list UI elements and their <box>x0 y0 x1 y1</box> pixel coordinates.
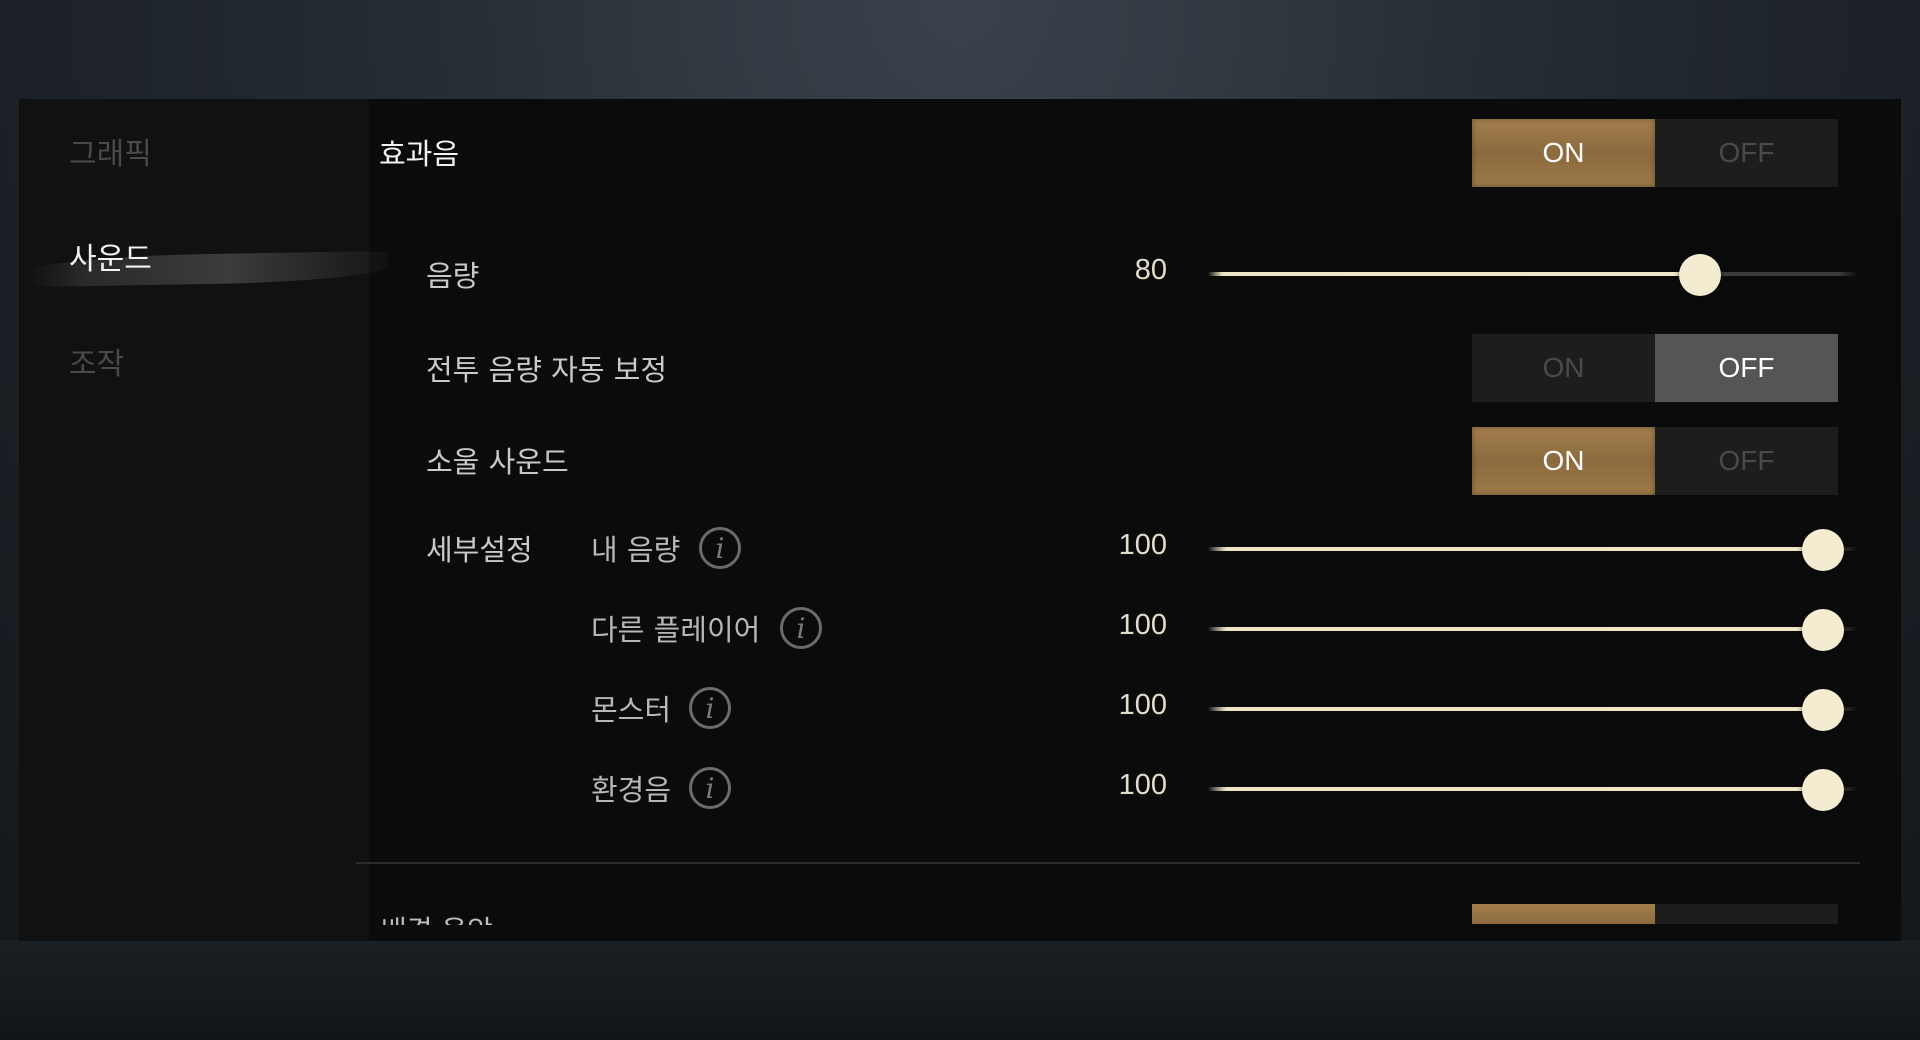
monster-slider[interactable] <box>1208 689 1858 731</box>
battle-auto-volume-toggle[interactable]: ON OFF <box>1472 334 1838 402</box>
other-players-slider[interactable] <box>1208 609 1858 651</box>
effects-toggle[interactable]: ON OFF <box>1472 119 1838 187</box>
slider-fill <box>1208 787 1823 791</box>
other-players-label: 다른 플레이어 <box>591 613 761 647</box>
other-players-value: 100 <box>1118 609 1167 641</box>
my-volume-value: 100 <box>1118 529 1167 561</box>
info-icon[interactable]: i <box>689 767 731 809</box>
next-section-on-button[interactable] <box>1472 904 1655 924</box>
settings-panel: 그래픽 사운드 조작 효과음 ON OFF 음량 80 전투 음량 자동 보정 … <box>19 99 1901 941</box>
monster-value: 100 <box>1118 689 1167 721</box>
info-icon[interactable]: i <box>699 527 741 569</box>
battle-auto-volume-label: 전투 음량 자동 보정 <box>426 353 668 387</box>
sound-settings-content: 효과음 ON OFF 음량 80 전투 음량 자동 보정 ON OFF 소울 사… <box>19 99 1901 941</box>
next-section-label: 배경 음악 <box>381 909 511 925</box>
effects-on-button[interactable]: ON <box>1472 119 1655 187</box>
effects-off-button[interactable]: OFF <box>1655 119 1838 187</box>
battle-auto-on-button[interactable]: ON <box>1472 334 1655 402</box>
slider-thumb[interactable] <box>1802 529 1844 571</box>
slider-thumb[interactable] <box>1802 769 1844 811</box>
info-icon[interactable]: i <box>780 607 822 649</box>
slider-thumb[interactable] <box>1802 689 1844 731</box>
soul-sound-toggle[interactable]: ON OFF <box>1472 427 1838 495</box>
soul-sound-off-button[interactable]: OFF <box>1655 427 1838 495</box>
monster-label: 몬스터 <box>591 693 672 727</box>
battle-auto-off-button[interactable]: OFF <box>1655 334 1838 402</box>
volume-value: 80 <box>1134 254 1167 286</box>
volume-label: 음량 <box>426 259 480 293</box>
slider-fill <box>1208 707 1823 711</box>
next-section-toggle[interactable] <box>1472 904 1838 924</box>
soul-sound-on-button[interactable]: ON <box>1472 427 1655 495</box>
slider-fill <box>1208 272 1700 276</box>
environment-slider[interactable] <box>1208 769 1858 811</box>
backdrop <box>0 940 1920 1040</box>
soul-sound-label: 소울 사운드 <box>426 445 569 479</box>
volume-slider[interactable] <box>1208 254 1858 296</box>
my-volume-label: 내 음량 <box>591 533 681 567</box>
effects-label: 효과음 <box>379 137 460 171</box>
section-divider <box>356 862 1860 864</box>
slider-fill <box>1208 547 1823 551</box>
slider-fill <box>1208 627 1823 631</box>
environment-label: 환경음 <box>591 773 672 807</box>
slider-thumb[interactable] <box>1802 609 1844 651</box>
info-icon[interactable]: i <box>689 687 731 729</box>
environment-value: 100 <box>1118 769 1167 801</box>
my-volume-slider[interactable] <box>1208 529 1858 571</box>
slider-thumb[interactable] <box>1679 254 1721 296</box>
next-section-off-button[interactable] <box>1655 904 1838 924</box>
detail-settings-label: 세부설정 <box>426 533 533 567</box>
